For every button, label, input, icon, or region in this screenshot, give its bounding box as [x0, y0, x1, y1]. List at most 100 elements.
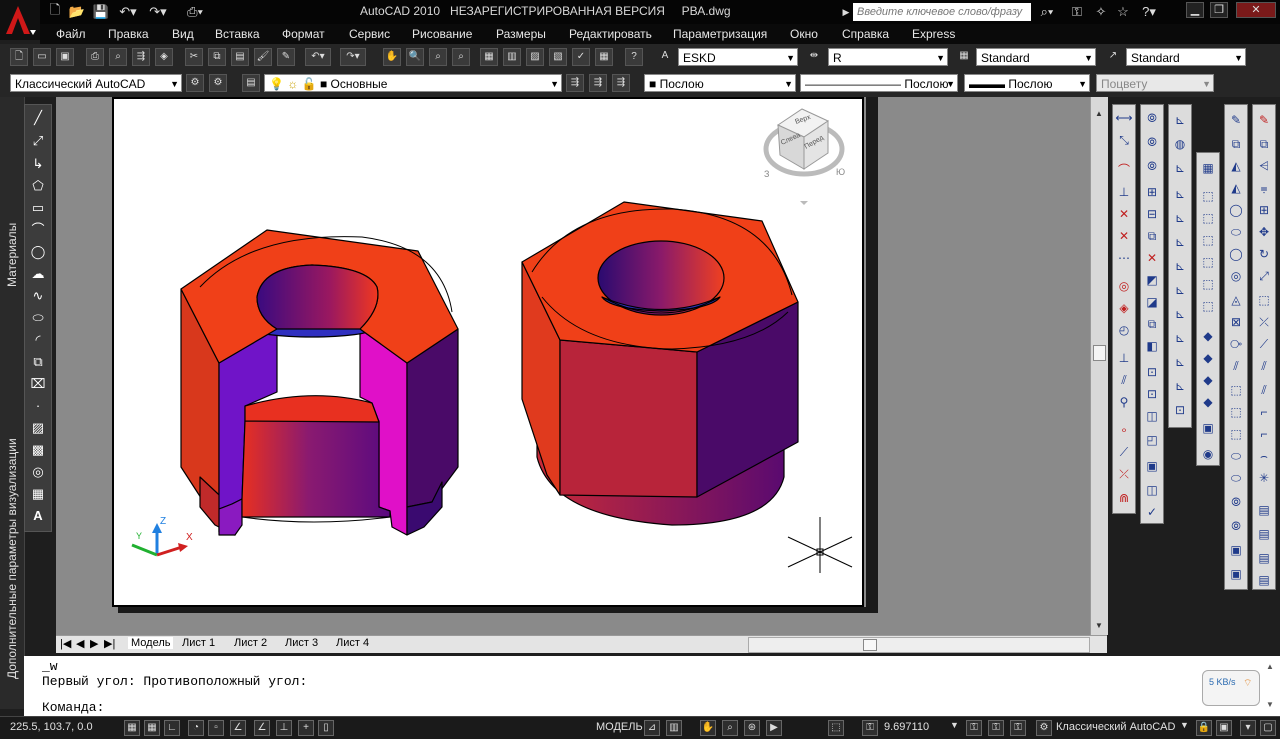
layer-properties-icon[interactable]: ▤ [242, 74, 260, 92]
continue-icon[interactable]: ⊥ [1115, 349, 1133, 367]
ucs-object-icon[interactable]: ⊾ [1171, 209, 1189, 227]
ucs-3point-icon[interactable]: ⊾ [1171, 305, 1189, 323]
layer-previous-icon[interactable]: ⇶ [589, 74, 607, 92]
ucs-origin-icon[interactable]: ⊾ [1171, 257, 1189, 275]
minimize-button[interactable]: ▁ [1186, 2, 1204, 18]
shell-icon[interactable]: ◫ [1143, 481, 1161, 499]
magnet-icon[interactable]: ⋒ [1115, 489, 1133, 507]
showmotion-icon[interactable]: ▶ [766, 720, 782, 736]
camera-icon[interactable]: ▣ [1199, 419, 1217, 437]
tolerance-icon[interactable]: ∘ [1115, 421, 1133, 439]
union-icon[interactable]: ⦾ [1143, 109, 1161, 127]
spline-icon[interactable]: ∿ [29, 287, 47, 305]
ucs-face-icon[interactable]: ⊾ [1171, 185, 1189, 203]
region-icon[interactable]: ◎ [29, 463, 47, 481]
vertical-scrollbar[interactable]: ▲ ▼ [1090, 97, 1108, 635]
color-select[interactable]: ■ Послою ▼ [644, 74, 796, 92]
annotation-scale-icon[interactable]: ⚿ [862, 720, 878, 736]
key-icon[interactable]: ⚿ [1068, 3, 1086, 21]
offset-icon[interactable]: ◭ [1227, 179, 1245, 197]
tab-sheet-1[interactable]: Лист 1 [182, 637, 215, 649]
3dalign-icon[interactable]: ▣ [1227, 541, 1245, 559]
undo-icon[interactable]: ↶▾ [116, 3, 140, 21]
satellite-icon[interactable]: ✧ [1092, 3, 1110, 21]
command-line[interactable]: _w Первый угол: Противоположный угол: Ко… [24, 656, 1280, 716]
3dmove-icon[interactable]: ⦾ [1227, 493, 1245, 511]
ucs-view-icon[interactable]: ⊾ [1171, 233, 1189, 251]
circle-icon[interactable]: ◯ [29, 243, 47, 261]
named-views-icon[interactable]: ▦ [1199, 159, 1217, 177]
arc-length-icon[interactable]: ⌒ [1115, 161, 1133, 179]
workspace-settings-icon[interactable]: ⚙ [186, 74, 204, 92]
insert-block-icon[interactable]: ⧉ [29, 353, 47, 371]
menu-express[interactable]: Express [912, 27, 955, 41]
materials-palette-tab[interactable]: Материалы [5, 223, 19, 287]
tab-next-icon[interactable]: ▶ [90, 637, 98, 650]
copy-icon[interactable]: ⧉ [1255, 135, 1273, 153]
annotation-sync-icon[interactable]: ⚿ [1010, 720, 1026, 736]
rotate-tool-icon[interactable]: ↻ [1255, 245, 1273, 263]
center-mark-icon[interactable]: ⟋ [1115, 443, 1133, 461]
cut-icon[interactable]: ✂ [185, 48, 203, 66]
radius-icon[interactable]: ✕ [1115, 205, 1133, 223]
line-icon[interactable]: ╱ [29, 109, 47, 127]
offset-faces-icon[interactable]: ⧉ [1143, 227, 1161, 245]
tab-sheet-2[interactable]: Лист 2 [234, 637, 267, 649]
qnew-icon[interactable]: 🗋 [10, 48, 28, 66]
zoom-previous-icon[interactable]: ⌕ [452, 48, 470, 66]
jogged-icon[interactable]: ✕ [1115, 227, 1133, 245]
help-icon[interactable]: ? [625, 48, 643, 66]
tool-palettes-icon[interactable]: ▨ [526, 48, 544, 66]
undo-icon[interactable]: ↶▾ [305, 48, 331, 66]
space-icon[interactable]: ⫽ [1115, 371, 1133, 389]
scroll-down-icon[interactable]: ▼ [1095, 621, 1103, 630]
extend-tool-icon[interactable]: ⟋ [1255, 335, 1273, 353]
auto-scale-icon[interactable]: ⚿ [988, 720, 1004, 736]
front-view-icon[interactable]: ⬚ [1199, 275, 1217, 293]
tab-first-icon[interactable]: |◀ [60, 637, 71, 650]
coordinates-readout[interactable]: 225.5, 103.7, 0.0 [10, 721, 93, 733]
quick-dim-icon[interactable]: ◈ [1115, 299, 1133, 317]
tab-last-icon[interactable]: ▶| [104, 637, 115, 650]
delete-faces-icon[interactable]: ✕ [1143, 249, 1161, 267]
menu-help[interactable]: Справка [842, 27, 889, 41]
menu-tools[interactable]: Сервис [349, 27, 390, 41]
scroll-thumb[interactable] [1093, 345, 1106, 361]
dim-style-select[interactable]: R ▼ [828, 48, 948, 66]
dist-tool-icon[interactable]: ▤ [1255, 571, 1273, 589]
top-view-icon[interactable]: ⬚ [1199, 187, 1217, 205]
visual-styles-palette-tab[interactable]: Дополнительные параметры визуализации [5, 438, 19, 679]
search-expand-icon[interactable]: ▶ [841, 3, 851, 21]
ne-iso-icon[interactable]: ◆ [1199, 371, 1217, 389]
model-layout-icon[interactable]: ⊿ [644, 720, 660, 736]
pan-status-icon[interactable]: ✋ [700, 720, 716, 736]
eraser-icon[interactable]: ✎ [1255, 111, 1273, 129]
redo-icon[interactable]: ↷▾ [146, 3, 170, 21]
binoculars-icon[interactable]: ⌕▾ [1036, 3, 1058, 21]
join-tool-icon[interactable]: ⫽ [1255, 381, 1273, 399]
mirror-tool-icon[interactable]: ⩤ [1255, 157, 1273, 175]
menu-parametric[interactable]: Параметризация [673, 27, 767, 41]
help-icon[interactable]: ?▾ [1136, 3, 1162, 21]
multiline-text-icon[interactable]: A [29, 507, 47, 525]
ucs-previous-icon[interactable]: ⊾ [1171, 159, 1189, 177]
make-layer-current-icon[interactable]: ⇶ [566, 74, 584, 92]
move-arrows-icon[interactable]: ✥ [1255, 223, 1273, 241]
explode-icon[interactable]: ⬭ [1227, 469, 1245, 487]
viewcube[interactable]: Верх Слева Перед З Ю [763, 108, 845, 205]
dyn-icon[interactable]: + [298, 720, 314, 736]
ucs-world-icon[interactable]: ◍ [1171, 135, 1189, 153]
command-prompt[interactable]: Команда: [42, 700, 104, 715]
model-viewport[interactable]: Верх Слева Перед З Ю Z Y X [112, 97, 864, 607]
save-icon[interactable]: ▣ [56, 48, 74, 66]
table-icon[interactable]: ▦ [29, 485, 47, 503]
plot-preview-icon[interactable]: ⌕ [109, 48, 127, 66]
sw-iso-icon[interactable]: ◆ [1199, 327, 1217, 345]
ucs-zaxis-icon[interactable]: ⊾ [1171, 281, 1189, 299]
close-button[interactable]: ✕ [1236, 2, 1276, 18]
chevron-down-icon[interactable]: ▼ [950, 720, 959, 730]
zoom-status-icon[interactable]: ⌕ [722, 720, 738, 736]
scale-icon[interactable]: ◎ [1227, 267, 1245, 285]
multileader-style-select[interactable]: Standard ▼ [1126, 48, 1246, 66]
layer-select[interactable]: 💡 ☼ 🔓 ■ Основные ▼ [264, 74, 562, 92]
